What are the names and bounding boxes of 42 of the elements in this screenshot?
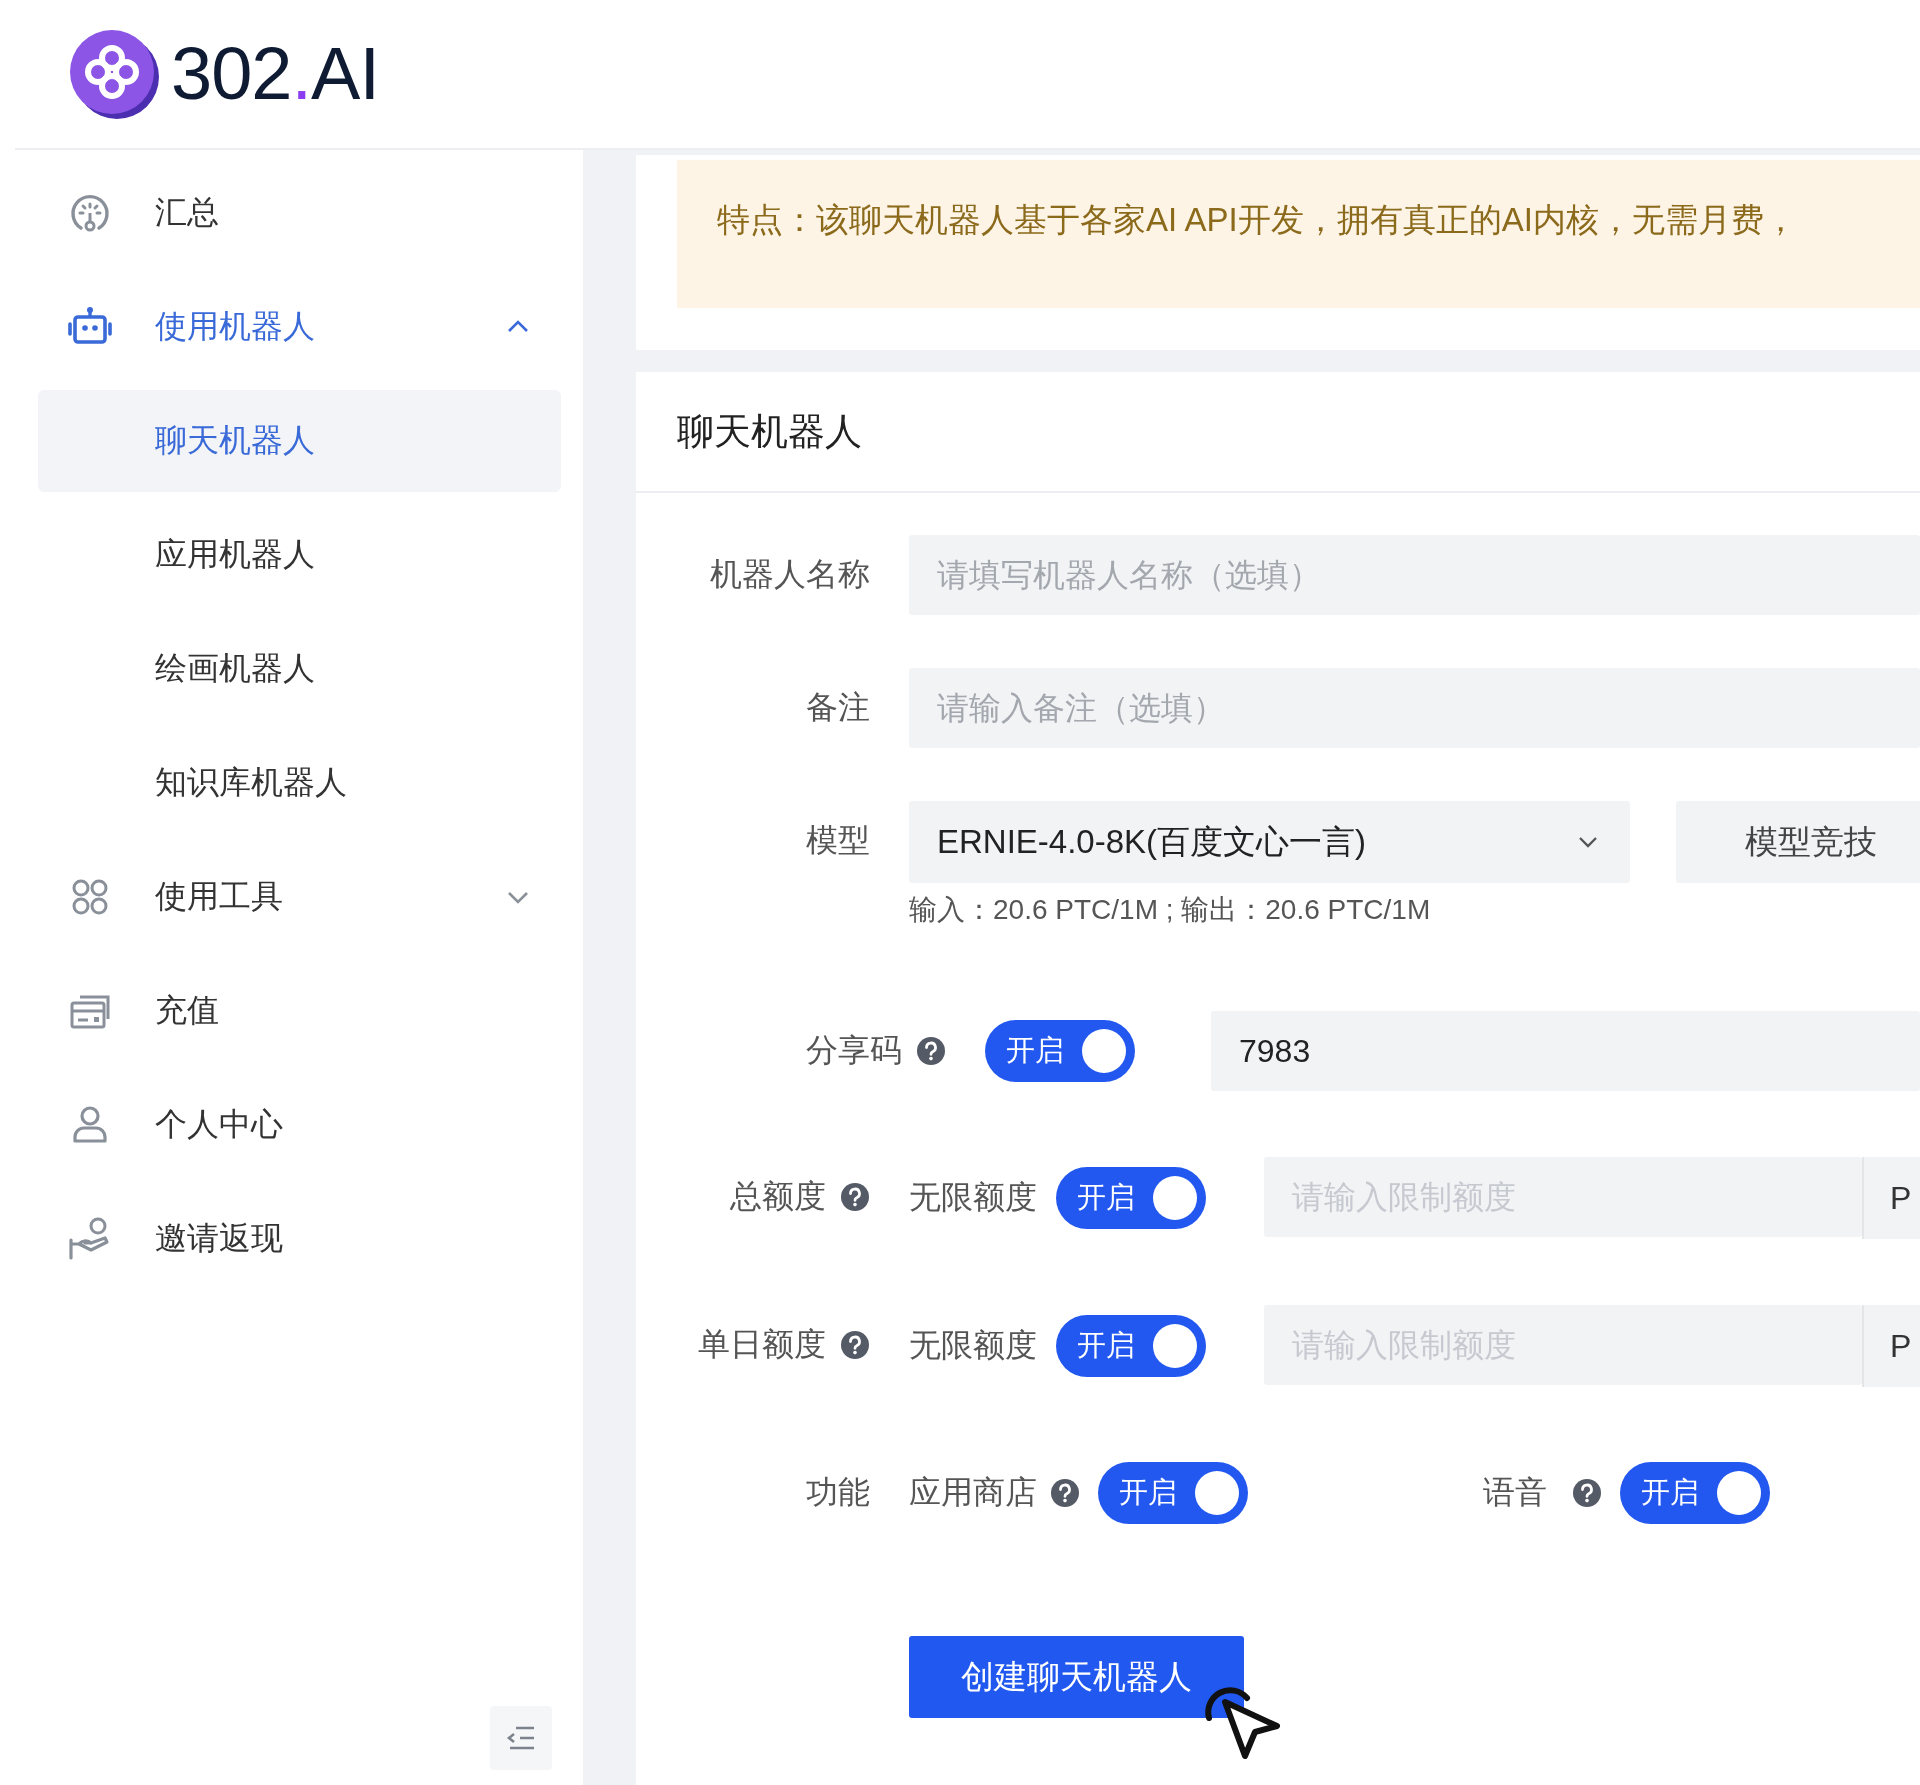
toggle-switch[interactable]: 开启 <box>1056 1167 1206 1229</box>
field-label: 功能 <box>806 1473 870 1512</box>
field-label: 机器人名称 <box>710 555 870 594</box>
nav-subitem[interactable]: 聊天机器人 <box>38 390 561 492</box>
field-label: 模型 <box>806 821 870 860</box>
nav-subitem[interactable]: 知识库机器人 <box>38 732 561 834</box>
collapse-button[interactable] <box>490 1706 552 1770</box>
nav-item[interactable]: 使用机器人 <box>38 276 561 378</box>
feature-label: 应用商店 <box>909 1473 1037 1512</box>
unit-label: P <box>1862 1157 1920 1239</box>
arena-select[interactable]: 模型竞技 <box>1676 801 1920 883</box>
gauge-icon <box>69 192 111 234</box>
field-label: 备注 <box>806 688 870 727</box>
model-select[interactable]: ERNIE-4.0-8K(百度文心一言) <box>909 801 1630 883</box>
toggle-switch[interactable]: 开启 <box>1098 1462 1248 1524</box>
logo-text: 302.AI <box>171 37 379 111</box>
logo-icon <box>67 27 161 121</box>
share-code-field[interactable]: 7983 <box>1211 1011 1920 1091</box>
nav-item[interactable]: 个人中心 <box>38 1074 561 1176</box>
nav-item[interactable]: 汇总 <box>38 162 561 264</box>
create-button[interactable]: 创建聊天机器人 <box>909 1636 1244 1718</box>
collapse-icon <box>506 1725 536 1751</box>
nav-item[interactable]: 邀请返现 <box>38 1188 561 1290</box>
nav-subitem[interactable]: 绘画机器人 <box>38 618 561 720</box>
option-label: 无限额度 <box>909 1326 1037 1365</box>
field-label: 分享码 <box>806 1031 902 1070</box>
nav-item[interactable]: 充值 <box>38 960 561 1062</box>
toggle-switch[interactable]: 开启 <box>1620 1462 1770 1524</box>
feature-label: 语音 <box>1483 1473 1547 1512</box>
option-label: 无限额度 <box>909 1178 1037 1217</box>
text-field[interactable]: 请填写机器人名称（选填） <box>909 535 1920 615</box>
text-field[interactable]: 请输入备注（选填） <box>909 668 1920 748</box>
toggle-switch[interactable]: 开启 <box>985 1020 1135 1082</box>
toggle-switch[interactable]: 开启 <box>1056 1315 1206 1377</box>
nav-item[interactable]: 使用工具 <box>38 846 561 948</box>
price-hint: 输入：20.6 PTC/1M ; 输出：20.6 PTC/1M <box>909 893 1432 927</box>
unit-label: P <box>1862 1305 1920 1387</box>
nav-subitem[interactable]: 应用机器人 <box>38 504 561 606</box>
notice-banner: 特点：该聊天机器人基于各家AI API开发，拥有真正的AI内核，无需月费， <box>677 160 1920 308</box>
field-label: 总额度 <box>730 1177 826 1216</box>
card-title: 聊天机器人 <box>636 372 1920 493</box>
field-label: 单日额度 <box>698 1325 826 1364</box>
